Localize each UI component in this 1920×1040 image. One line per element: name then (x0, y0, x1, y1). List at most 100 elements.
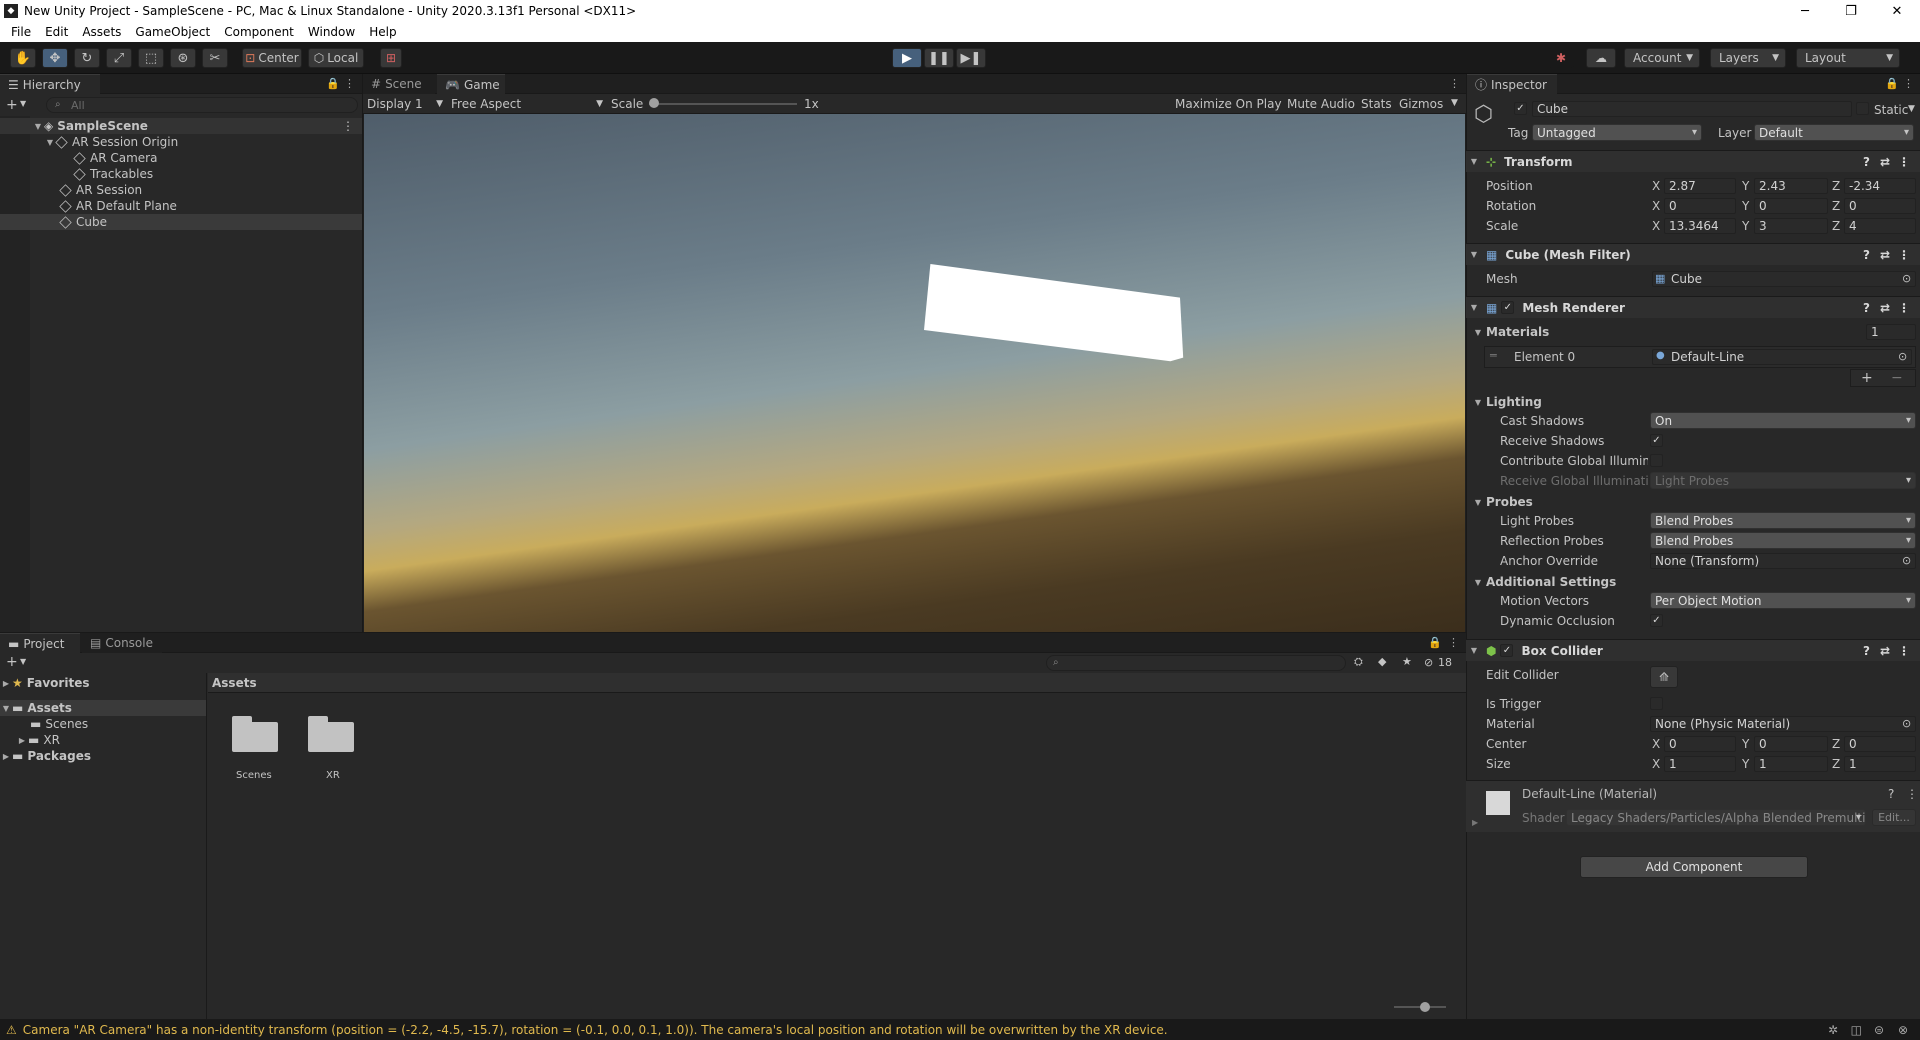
tab-console[interactable]: ▤ Console (82, 633, 162, 653)
close-button[interactable]: ✕ (1874, 0, 1920, 22)
lock-icon[interactable]: 🔒 (1885, 77, 1899, 90)
bug-icon[interactable]: ✲ (1828, 1023, 1838, 1037)
object-picker-icon[interactable]: ⊙ (1902, 554, 1911, 567)
hierarchy-item-ar-session[interactable]: AR Session (0, 182, 362, 198)
transform-tool-button[interactable]: ⊛ (170, 48, 196, 68)
menu-gameobject[interactable]: GameObject (128, 25, 217, 39)
edit-collider-button[interactable]: ⟰ (1650, 666, 1678, 688)
tab-game[interactable]: 🎮 Game (437, 74, 505, 94)
shader-dropdown[interactable]: Legacy Shaders/Particles/Alpha Blended P… (1566, 809, 1866, 826)
more-options-icon[interactable]: ⋮ (1898, 155, 1910, 169)
chevron-down-icon[interactable]: ▼ (20, 99, 26, 108)
rect-tool-button[interactable]: ⬚ (138, 48, 164, 68)
contribute-gi-checkbox[interactable] (1650, 454, 1663, 467)
menu-window[interactable]: Window (301, 25, 362, 39)
chevron-down-icon[interactable]: ▼ (1908, 104, 1915, 114)
expand-triangle-icon[interactable]: ▼ (1472, 398, 1484, 407)
cache-server-icon[interactable]: ⊜ (1874, 1023, 1884, 1037)
lock-icon[interactable]: 🔒 (326, 77, 340, 90)
pause-button[interactable]: ❚❚ (924, 48, 954, 68)
tree-item-scenes[interactable]: ▬ Scenes (0, 716, 206, 732)
transform-header[interactable]: ▼ ⊹ Transform ? ⇄ ⋮ (1466, 150, 1920, 172)
add-button[interactable]: + (6, 97, 18, 113)
cast-shadows-dropdown[interactable]: On (1650, 412, 1916, 429)
more-options-icon[interactable]: ⋮ (1898, 644, 1910, 658)
active-checkbox[interactable]: ✓ (1514, 102, 1527, 115)
material-preview-swatch[interactable] (1486, 791, 1510, 815)
hierarchy-item-trackables[interactable]: Trackables (0, 166, 362, 182)
center-z-field[interactable]: 0 (1844, 736, 1916, 752)
game-viewport[interactable] (364, 114, 1465, 632)
scale-y-field[interactable]: 3 (1754, 218, 1828, 234)
remove-element-button[interactable]: − (1891, 370, 1903, 386)
help-icon[interactable]: ? (1863, 644, 1870, 658)
menu-file[interactable]: File (4, 25, 38, 39)
tab-inspector[interactable]: ⓘ Inspector (1467, 74, 1557, 94)
gizmos-dropdown[interactable]: Gizmos (1399, 97, 1443, 111)
expand-triangle-icon[interactable]: ▼ (32, 122, 44, 131)
tree-item-xr[interactable]: ▶ ▬ XR (0, 732, 206, 748)
menu-help[interactable]: Help (362, 25, 403, 39)
hierarchy-item-cube[interactable]: Cube (0, 214, 362, 230)
rotation-y-field[interactable]: 0 (1754, 198, 1828, 214)
expand-triangle-icon[interactable]: ▼ (1468, 157, 1480, 166)
anchor-override-field[interactable]: None (Transform) (1650, 553, 1916, 569)
favorite-star-icon[interactable]: ★ (1402, 655, 1412, 668)
tab-scene[interactable]: # Scene (363, 74, 435, 94)
search-by-type-icon[interactable]: ⛭ (1354, 655, 1363, 669)
mute-audio-toggle[interactable]: Mute Audio (1287, 97, 1355, 111)
expand-triangle-icon[interactable]: ▶ (1472, 818, 1478, 827)
hierarchy-search-input[interactable]: ⌕ All (46, 97, 358, 113)
project-search-input[interactable]: ⌕ (1046, 655, 1346, 671)
help-icon[interactable]: ? (1888, 787, 1894, 801)
custom-tool-button[interactable]: ✂ (202, 48, 228, 68)
breadcrumb-assets[interactable]: Assets (212, 676, 257, 690)
mesh-filter-header[interactable]: ▼ ▦ Cube (Mesh Filter) ? ⇄ ⋮ (1466, 243, 1920, 265)
chevron-down-icon[interactable]: ▼ (20, 657, 26, 666)
position-z-field[interactable]: -2.34 (1844, 178, 1916, 194)
center-x-field[interactable]: 0 (1664, 736, 1736, 752)
mesh-renderer-header[interactable]: ▼ ▦ ✓ Mesh Renderer ? ⇄ ⋮ (1466, 296, 1920, 318)
hidden-packages-icon[interactable]: ⊘ (1424, 656, 1433, 669)
layout-dropdown[interactable]: Layout ▼ (1796, 48, 1900, 68)
more-options-icon[interactable]: ⋮ (342, 119, 354, 133)
layers-dropdown[interactable]: Layers ▼ (1710, 48, 1786, 68)
more-options-icon[interactable]: ⋮ (1898, 248, 1910, 262)
menu-assets[interactable]: Assets (75, 25, 128, 39)
create-asset-button[interactable]: + (6, 654, 18, 670)
help-icon[interactable]: ? (1863, 301, 1870, 315)
static-checkbox[interactable] (1856, 102, 1869, 115)
step-button[interactable]: ▶❚ (956, 48, 986, 68)
display-dropdown[interactable]: Display 1 ▼ (367, 95, 443, 113)
rotation-x-field[interactable]: 0 (1664, 198, 1736, 214)
menu-edit[interactable]: Edit (38, 25, 75, 39)
expand-triangle-icon[interactable]: ▶ (0, 679, 12, 688)
play-button[interactable]: ▶ (892, 48, 922, 68)
object-picker-icon[interactable]: ⊙ (1902, 272, 1911, 285)
aspect-dropdown[interactable]: Free Aspect ▼ (447, 95, 605, 113)
materials-count-field[interactable]: 1 (1866, 324, 1916, 340)
maximize-button[interactable]: ❐ (1828, 0, 1874, 22)
tree-item-favorites[interactable]: ▶ ★ Favorites (0, 675, 206, 691)
lock-icon[interactable]: 🔒 (1428, 636, 1442, 649)
drag-handle-icon[interactable]: ═ (1490, 349, 1497, 362)
expand-triangle-icon[interactable]: ▼ (0, 704, 12, 713)
account-dropdown[interactable]: Account ▼ (1624, 48, 1700, 68)
expand-triangle-icon[interactable]: ▶ (0, 752, 12, 761)
add-element-button[interactable]: + (1861, 370, 1873, 386)
mesh-field[interactable]: Cube (1652, 271, 1916, 287)
stats-toggle[interactable]: Stats (1361, 97, 1392, 111)
size-x-field[interactable]: 1 (1664, 756, 1736, 772)
progress-icon[interactable]: ◫ (1851, 1023, 1862, 1037)
motion-vectors-dropdown[interactable]: Per Object Motion (1650, 592, 1916, 609)
box-collider-header[interactable]: ▼ ⬢ ✓ Box Collider ? ⇄ ⋮ (1466, 639, 1920, 661)
more-options-icon[interactable]: ⋮ (1906, 787, 1918, 801)
expand-triangle-icon[interactable]: ▼ (1472, 328, 1484, 337)
scale-x-field[interactable]: 13.3464 (1664, 218, 1736, 234)
label-icon[interactable]: ◆ (1378, 655, 1386, 668)
receive-shadows-checkbox[interactable]: ✓ (1650, 434, 1663, 447)
auto-generate-lighting-icon[interactable]: ⊗ (1898, 1023, 1908, 1037)
more-options-icon[interactable]: ⋮ (1448, 636, 1459, 649)
expand-triangle-icon[interactable]: ▶ (16, 736, 28, 745)
hierarchy-item-ar-default-plane[interactable]: AR Default Plane (0, 198, 362, 214)
